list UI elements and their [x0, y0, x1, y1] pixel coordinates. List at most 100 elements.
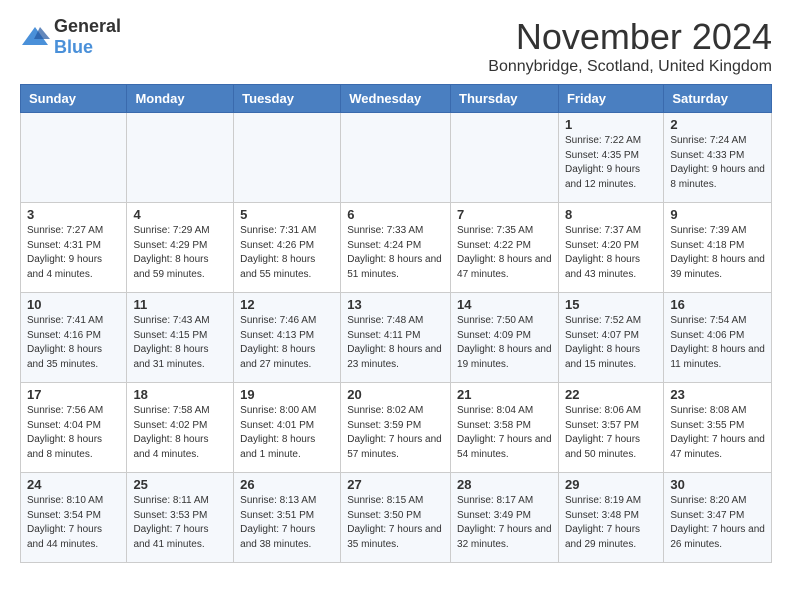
day-info: Sunrise: 7:50 AMSunset: 4:09 PMDaylight:…	[457, 314, 552, 372]
day-info: Sunrise: 8:19 AMSunset: 3:48 PMDaylight:…	[565, 494, 657, 552]
day-cell	[127, 113, 234, 203]
week-row-3: 17 Sunrise: 7:56 AMSunset: 4:04 PMDayligh…	[21, 383, 772, 473]
day-info: Sunrise: 7:52 AMSunset: 4:07 PMDaylight:…	[565, 314, 657, 372]
day-cell: 25Sunrise: 8:11 AMSunset: 3:53 PMDayligh…	[127, 473, 234, 563]
day-cell: 20 Sunrise: 8:02 AMSunset: 3:59 PMDayligh…	[341, 383, 451, 473]
day-number: 9	[670, 207, 765, 222]
day-number: 8	[565, 207, 657, 222]
day-info: Sunrise: 7:56 AMSunset: 4:04 PMDaylight:…	[27, 404, 120, 462]
day-number: 17	[27, 387, 120, 402]
day-cell: 23 Sunrise: 8:08 AMSunset: 3:55 PMDayligh…	[664, 383, 772, 473]
day-cell: 29 Sunrise: 8:19 AMSunset: 3:48 PMDayligh…	[558, 473, 663, 563]
day-number: 11	[133, 297, 227, 312]
day-cell: 3 Sunrise: 7:27 AMSunset: 4:31 PMDaylight…	[21, 203, 127, 293]
day-number: 15	[565, 297, 657, 312]
day-number: 5	[240, 207, 334, 222]
day-cell	[451, 113, 559, 203]
day-cell: 4Sunrise: 7:29 AMSunset: 4:29 PMDaylight…	[127, 203, 234, 293]
day-cell: 22 Sunrise: 8:06 AMSunset: 3:57 PMDayligh…	[558, 383, 663, 473]
day-number: 13	[347, 297, 444, 312]
day-info: Sunrise: 8:02 AMSunset: 3:59 PMDaylight:…	[347, 404, 444, 462]
day-info: Sunrise: 7:31 AMSunset: 4:26 PMDaylight:…	[240, 224, 334, 282]
day-number: 2	[670, 117, 765, 132]
day-cell: 30Sunrise: 8:20 AMSunset: 3:47 PMDayligh…	[664, 473, 772, 563]
day-cell: 1 Sunrise: 7:22 AMSunset: 4:35 PMDaylight…	[558, 113, 663, 203]
day-cell: 15 Sunrise: 7:52 AMSunset: 4:07 PMDayligh…	[558, 293, 663, 383]
day-cell	[234, 113, 341, 203]
day-info: Sunrise: 8:08 AMSunset: 3:55 PMDaylight:…	[670, 404, 765, 462]
day-number: 28	[457, 477, 552, 492]
day-info: Sunrise: 7:48 AMSunset: 4:11 PMDaylight:…	[347, 314, 444, 372]
day-cell: 11 Sunrise: 7:43 AMSunset: 4:15 PMDayligh…	[127, 293, 234, 383]
day-number: 14	[457, 297, 552, 312]
header-cell-saturday: Saturday	[664, 85, 772, 113]
day-info: Sunrise: 7:35 AMSunset: 4:22 PMDaylight:…	[457, 224, 552, 282]
day-info: Sunrise: 7:24 AMSunset: 4:33 PMDaylight:…	[670, 134, 765, 192]
header-cell-wednesday: Wednesday	[341, 85, 451, 113]
subtitle: Bonnybridge, Scotland, United Kingdom	[488, 58, 772, 76]
header-cell-thursday: Thursday	[451, 85, 559, 113]
header: General Blue November 2024 Bonnybridge, …	[20, 16, 772, 76]
day-info: Sunrise: 7:46 AMSunset: 4:13 PMDaylight:…	[240, 314, 334, 372]
day-info: Sunrise: 8:15 AMSunset: 3:50 PMDaylight:…	[347, 494, 444, 552]
day-cell: 18 Sunrise: 7:58 AMSunset: 4:02 PMDayligh…	[127, 383, 234, 473]
day-cell: 14 Sunrise: 7:50 AMSunset: 4:09 PMDayligh…	[451, 293, 559, 383]
logo: General Blue	[20, 16, 121, 58]
day-info: Sunrise: 7:58 AMSunset: 4:02 PMDaylight:…	[133, 404, 227, 462]
header-cell-monday: Monday	[127, 85, 234, 113]
header-row: SundayMondayTuesdayWednesdayThursdayFrid…	[21, 85, 772, 113]
month-title: November 2024	[488, 16, 772, 58]
day-cell: 26Sunrise: 8:13 AMSunset: 3:51 PMDayligh…	[234, 473, 341, 563]
day-cell: 13 Sunrise: 7:48 AMSunset: 4:11 PMDayligh…	[341, 293, 451, 383]
day-number: 20	[347, 387, 444, 402]
day-cell: 17 Sunrise: 7:56 AMSunset: 4:04 PMDayligh…	[21, 383, 127, 473]
day-cell: 7 Sunrise: 7:35 AMSunset: 4:22 PMDaylight…	[451, 203, 559, 293]
day-number: 3	[27, 207, 120, 222]
day-number: 19	[240, 387, 334, 402]
day-cell	[341, 113, 451, 203]
day-info: Sunrise: 8:00 AMSunset: 4:01 PMDaylight:…	[240, 404, 334, 462]
week-row-4: 24Sunrise: 8:10 AMSunset: 3:54 PMDayligh…	[21, 473, 772, 563]
logo-text: General Blue	[54, 16, 121, 58]
day-number: 23	[670, 387, 765, 402]
logo-icon	[20, 25, 50, 49]
calendar-header: SundayMondayTuesdayWednesdayThursdayFrid…	[21, 85, 772, 113]
day-number: 4	[133, 207, 227, 222]
day-info: Sunrise: 7:27 AMSunset: 4:31 PMDaylight:…	[27, 224, 120, 282]
day-cell: 8 Sunrise: 7:37 AMSunset: 4:20 PMDaylight…	[558, 203, 663, 293]
day-number: 7	[457, 207, 552, 222]
day-cell: 24Sunrise: 8:10 AMSunset: 3:54 PMDayligh…	[21, 473, 127, 563]
week-row-2: 10Sunrise: 7:41 AMSunset: 4:16 PMDayligh…	[21, 293, 772, 383]
day-cell: 19 Sunrise: 8:00 AMSunset: 4:01 PMDayligh…	[234, 383, 341, 473]
week-row-0: 1 Sunrise: 7:22 AMSunset: 4:35 PMDaylight…	[21, 113, 772, 203]
day-info: Sunrise: 8:11 AMSunset: 3:53 PMDaylight:…	[133, 494, 227, 552]
day-cell: 9Sunrise: 7:39 AMSunset: 4:18 PMDaylight…	[664, 203, 772, 293]
day-number: 22	[565, 387, 657, 402]
header-cell-sunday: Sunday	[21, 85, 127, 113]
day-number: 1	[565, 117, 657, 132]
day-info: Sunrise: 8:20 AMSunset: 3:47 PMDaylight:…	[670, 494, 765, 552]
week-row-1: 3 Sunrise: 7:27 AMSunset: 4:31 PMDaylight…	[21, 203, 772, 293]
calendar-body: 1 Sunrise: 7:22 AMSunset: 4:35 PMDaylight…	[21, 113, 772, 563]
header-cell-friday: Friday	[558, 85, 663, 113]
day-cell: 12 Sunrise: 7:46 AMSunset: 4:13 PMDayligh…	[234, 293, 341, 383]
day-number: 10	[27, 297, 120, 312]
logo-blue: Blue	[54, 37, 93, 57]
day-number: 12	[240, 297, 334, 312]
day-cell: 16Sunrise: 7:54 AMSunset: 4:06 PMDayligh…	[664, 293, 772, 383]
header-cell-tuesday: Tuesday	[234, 85, 341, 113]
day-info: Sunrise: 7:37 AMSunset: 4:20 PMDaylight:…	[565, 224, 657, 282]
logo-general: General	[54, 16, 121, 36]
day-cell: 10Sunrise: 7:41 AMSunset: 4:16 PMDayligh…	[21, 293, 127, 383]
day-info: Sunrise: 8:13 AMSunset: 3:51 PMDaylight:…	[240, 494, 334, 552]
day-number: 27	[347, 477, 444, 492]
day-cell: 21Sunrise: 8:04 AMSunset: 3:58 PMDayligh…	[451, 383, 559, 473]
day-cell: 27 Sunrise: 8:15 AMSunset: 3:50 PMDayligh…	[341, 473, 451, 563]
day-number: 18	[133, 387, 227, 402]
calendar-table: SundayMondayTuesdayWednesdayThursdayFrid…	[20, 84, 772, 563]
day-number: 29	[565, 477, 657, 492]
day-cell: 2 Sunrise: 7:24 AMSunset: 4:33 PMDaylight…	[664, 113, 772, 203]
day-info: Sunrise: 7:43 AMSunset: 4:15 PMDaylight:…	[133, 314, 227, 372]
day-info: Sunrise: 7:22 AMSunset: 4:35 PMDaylight:…	[565, 134, 657, 192]
day-info: Sunrise: 8:06 AMSunset: 3:57 PMDaylight:…	[565, 404, 657, 462]
